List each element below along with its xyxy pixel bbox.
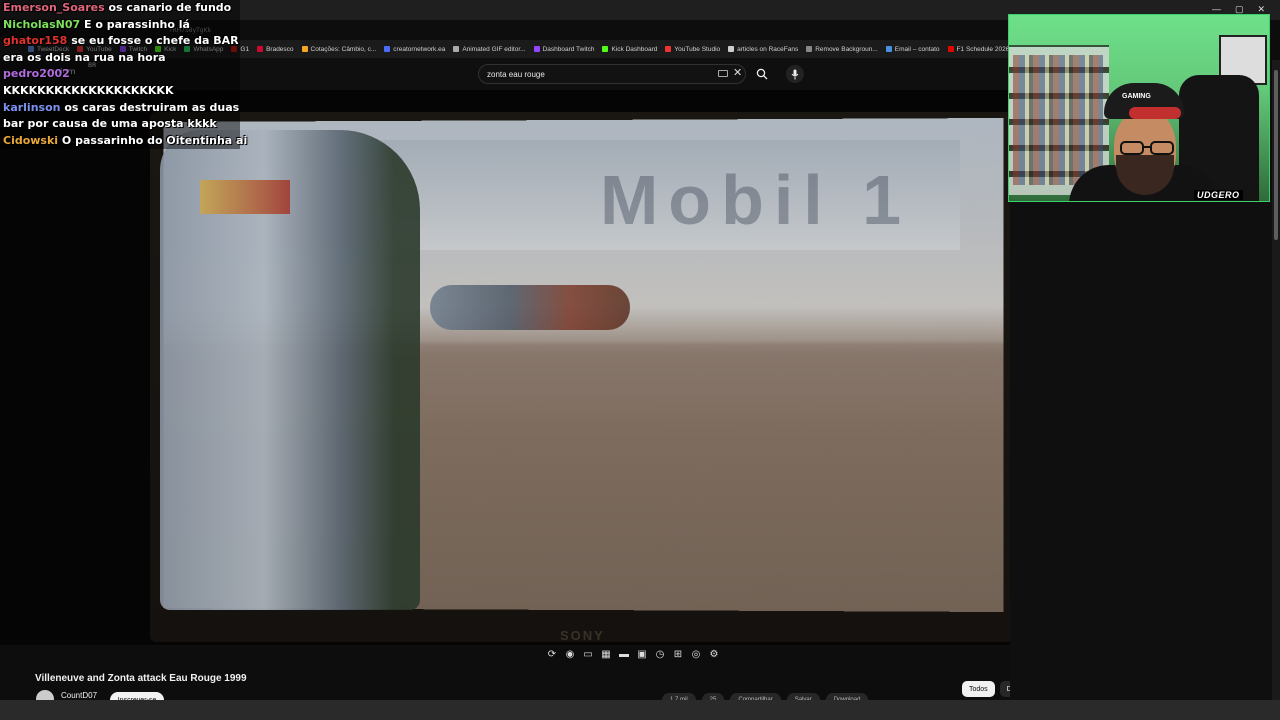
chat-message: bar por causa de uma aposta kkkk bbox=[0, 116, 240, 133]
recommendations-panel bbox=[1010, 200, 1272, 700]
scrollbar-thumb[interactable] bbox=[1274, 70, 1278, 240]
loop-icon[interactable]: ⟳ bbox=[546, 648, 558, 660]
chat-message: Cidowski O passarinho do Oitentinha ai bbox=[0, 132, 247, 150]
bookmark-item[interactable]: Cotações: Câmbio, c... bbox=[301, 45, 377, 53]
tv-wall-sponsor: Mobil 1 bbox=[600, 161, 912, 239]
bookmark-label: articles on RaceFans bbox=[737, 45, 799, 53]
player-controls: ⟳ ◉ ▭ ▦ ▬ ▣ ◷ ⊞ ◎ ⚙ bbox=[546, 648, 720, 660]
bookmark-item[interactable]: Bradesco bbox=[257, 45, 294, 53]
pip-icon[interactable]: ▣ bbox=[636, 648, 648, 660]
taskbar bbox=[0, 700, 1280, 720]
kick-dashboard-icon bbox=[602, 46, 609, 52]
bookmark-label: Bradesco bbox=[266, 45, 294, 53]
tv-car-taillight bbox=[200, 180, 290, 214]
chat-message: NicholasN07 E o parassinho lá bbox=[0, 16, 240, 34]
chat-text: os canario de fundo bbox=[108, 1, 232, 14]
tv-crashing-car bbox=[430, 285, 630, 330]
search-button[interactable] bbox=[750, 64, 774, 84]
filter-chip[interactable]: Todos bbox=[962, 681, 995, 697]
f1-icon bbox=[947, 46, 954, 52]
search-query: zonta eau rouge bbox=[487, 69, 545, 79]
search-input[interactable]: zonta eau rouge bbox=[478, 64, 746, 84]
gif-icon bbox=[453, 46, 460, 52]
youtube-studio-icon bbox=[665, 46, 672, 52]
bradesco-icon bbox=[257, 46, 264, 52]
theater-icon[interactable]: ▬ bbox=[618, 648, 630, 660]
streamer-watermark: UDGERO bbox=[1194, 190, 1243, 200]
bookmark-label: F1 Schedule 2026 bbox=[956, 45, 1010, 53]
chat-text: KKKKKKKKKKKKKKKKKKKK bbox=[3, 83, 174, 97]
email-icon bbox=[885, 46, 892, 52]
chat-message: pedro2002 bbox=[0, 66, 240, 83]
screenshot-icon[interactable]: ◎ bbox=[690, 648, 702, 660]
bookmark-item[interactable]: articles on RaceFans bbox=[728, 46, 798, 53]
add-icon[interactable]: ⊞ bbox=[672, 648, 684, 660]
chat-username: Cidowski bbox=[3, 133, 59, 147]
chat-overlay: Emerson_Soares os canario de fundo Nichol… bbox=[0, 0, 247, 150]
stereo-icon[interactable]: ◉ bbox=[564, 648, 576, 660]
tv-brand-label: SONY bbox=[560, 628, 605, 643]
chat-message: era os dois na rua na hora bbox=[0, 49, 240, 67]
glasses-icon bbox=[1120, 141, 1174, 155]
webcam-overlay: GAMING bbox=[1008, 14, 1270, 202]
twitch-dashboard-icon bbox=[533, 46, 540, 52]
chat-username: Emerson_Soares bbox=[3, 1, 105, 14]
chat-message: ghator158 se eu fosse o chefe da BAR bbox=[0, 33, 240, 50]
channel-name[interactable]: CountD07 bbox=[61, 691, 97, 700]
tv-foreground-person bbox=[160, 130, 420, 610]
chat-text: se eu fosse o chefe da BAR bbox=[71, 34, 239, 48]
cap-brim bbox=[1129, 107, 1181, 119]
chat-text: era os dois na rua na hora bbox=[3, 50, 166, 64]
speed-icon[interactable]: ◷ bbox=[654, 648, 666, 660]
bookmark-item[interactable]: F1 Schedule 2026 bbox=[947, 45, 1010, 53]
bookmark-label: Animated GIF editor... bbox=[462, 45, 526, 53]
chat-message: karlinson os caras destruiram as duas bbox=[0, 99, 240, 117]
chat-username: ghator158 bbox=[3, 34, 68, 48]
cap-logo: GAMING bbox=[1122, 93, 1151, 100]
settings-icon[interactable]: ⚙ bbox=[708, 648, 720, 660]
bookmark-label: Kick Dashboard bbox=[611, 45, 658, 53]
keyboard-icon[interactable] bbox=[718, 70, 728, 77]
bookmark-item[interactable]: Kick Dashboard bbox=[602, 46, 657, 53]
chat-message: KKKKKKKKKKKKKKKKKKKK bbox=[0, 82, 240, 100]
scene-icon[interactable]: ▦ bbox=[600, 648, 612, 660]
chat-text: O passarinho do Oitentinha ai bbox=[61, 133, 248, 147]
bookmark-label: Dashboard Twitch bbox=[542, 45, 595, 53]
voice-search-button[interactable] bbox=[786, 65, 804, 83]
clear-search-icon[interactable]: ✕ bbox=[733, 66, 742, 79]
cotacoes-icon bbox=[301, 46, 308, 52]
chat-text: os caras destruiram as duas bbox=[64, 100, 240, 114]
chat-username: karlinson bbox=[3, 100, 61, 114]
bookmark-label: Email – contato bbox=[894, 45, 940, 53]
bookmark-item[interactable]: creatornetwork.ea bbox=[384, 46, 445, 53]
bookmark-item[interactable]: Dashboard Twitch bbox=[533, 45, 595, 53]
ea-icon bbox=[384, 46, 391, 52]
chat-text: bar por causa de uma aposta kkkk bbox=[3, 117, 217, 131]
bookmark-label: G1 bbox=[240, 45, 250, 53]
video-title: Villeneuve and Zonta attack Eau Rouge 19… bbox=[35, 673, 247, 684]
chat-username: pedro2002 bbox=[3, 67, 70, 81]
bookmark-label: Cotações: Câmbio, c... bbox=[310, 45, 377, 53]
bookmark-label: Remove Backgroun... bbox=[815, 45, 878, 53]
bookmark-item[interactable]: Animated GIF editor... bbox=[453, 45, 526, 53]
chat-username: NicholasN07 bbox=[3, 17, 81, 31]
search-icon bbox=[756, 68, 768, 80]
microphone-icon bbox=[791, 69, 799, 79]
removebg-icon bbox=[806, 46, 813, 52]
bookmark-label: creatornetwork.ea bbox=[393, 45, 446, 53]
bookmark-item[interactable]: Email – contato bbox=[885, 45, 940, 53]
bookmark-label: YouTube Studio bbox=[674, 45, 721, 53]
chat-text: E o parassinho lá bbox=[83, 17, 190, 31]
bookmark-item[interactable]: YouTube Studio bbox=[665, 46, 720, 53]
bookmark-item[interactable]: Remove Backgroun... bbox=[806, 46, 878, 53]
chat-message: Emerson_Soares os canario de fundo bbox=[0, 0, 240, 17]
racefans-icon bbox=[728, 46, 735, 52]
shelf-items bbox=[1013, 55, 1103, 185]
screen-share-icon[interactable]: ▭ bbox=[582, 648, 594, 660]
